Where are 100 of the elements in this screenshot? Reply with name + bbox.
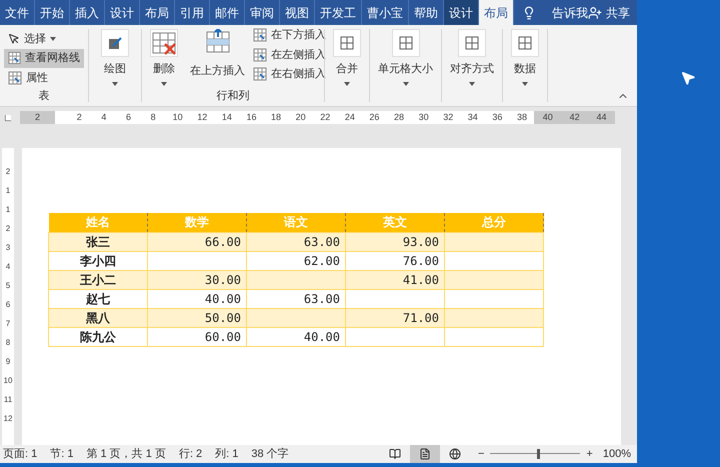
- ruler-number: 3: [6, 242, 10, 254]
- ruler-number: 32: [442, 110, 454, 124]
- ruler-number: 44: [596, 110, 607, 124]
- properties-button[interactable]: 属性: [4, 68, 84, 88]
- ruler-number: 24: [344, 110, 356, 124]
- ruler-number: 34: [466, 110, 479, 124]
- delete-button[interactable]: 删除: [146, 25, 182, 86]
- status-item: 第 1 页，共 1 页: [86, 446, 166, 462]
- ruler-number: 40: [542, 110, 553, 124]
- grid-icon: [8, 51, 21, 66]
- table-cell: 50.00: [148, 308, 246, 327]
- table-cell: 张三: [48, 232, 148, 251]
- lightbulb-icon: [522, 6, 536, 20]
- status-item: 节: 1: [50, 446, 74, 462]
- merge-button[interactable]: 合并: [329, 25, 365, 86]
- delete-table-icon: [151, 30, 177, 56]
- ruler-number: 8: [6, 337, 10, 349]
- column-header: 姓名: [48, 213, 148, 232]
- table-cell: 李小四: [48, 251, 148, 270]
- table-cell: 王小二: [48, 270, 148, 289]
- caret-icon: [402, 82, 408, 86]
- view-button[interactable]: [410, 445, 440, 463]
- gridlines-button[interactable]: 查看网格线: [4, 48, 84, 68]
- ruler-number: 5: [6, 280, 10, 292]
- table-cell: 66.00: [148, 232, 246, 251]
- pencil-icon: [107, 35, 123, 51]
- column-header: 语文: [246, 213, 346, 232]
- ruler-number: 7: [6, 318, 10, 330]
- ruler-number: 14: [220, 110, 233, 124]
- zoom-level: 100%: [602, 446, 631, 462]
- ruler-number: 28: [393, 110, 406, 124]
- table-cell: 60.00: [148, 327, 246, 346]
- table-cell: 赵七: [48, 289, 148, 308]
- zoom-thumb[interactable]: [537, 449, 540, 459]
- globe-icon: [448, 448, 461, 460]
- status-item: 列: 1: [215, 446, 238, 462]
- ruler-number: 6: [124, 110, 132, 124]
- table-cell: 40.00: [148, 289, 246, 308]
- ruler-number: 36: [491, 110, 504, 124]
- pointer-icon: [8, 32, 20, 45]
- zoom-slider[interactable]: [490, 449, 580, 459]
- caret-icon: [344, 82, 350, 86]
- table-cell: 40.00: [246, 327, 346, 346]
- column-header: 数学: [148, 213, 246, 232]
- insert-above-button[interactable]: 在上方插入: [186, 25, 249, 80]
- alignment-button[interactable]: 对齐方式: [446, 25, 498, 86]
- status-item: 页面: 1: [3, 446, 38, 462]
- status-item: 行: 2: [178, 446, 202, 462]
- zoom-out-button[interactable]: −: [478, 446, 484, 462]
- table-cell: 30.00: [148, 270, 246, 289]
- share-icon: [588, 6, 602, 20]
- select-button[interactable]: 选择: [4, 29, 84, 48]
- column-header: 总分: [444, 213, 544, 232]
- ruler-number: 2: [76, 110, 83, 124]
- share-button[interactable]: 共享: [606, 4, 630, 22]
- zoom-in-button[interactable]: +: [586, 446, 593, 462]
- table-cell: 黑八: [48, 308, 148, 327]
- cell-size-button[interactable]: 单元格大小: [374, 25, 437, 86]
- ruler-number: 1: [6, 185, 10, 197]
- ruler-number: 10: [172, 110, 184, 124]
- ruler-number: 42: [570, 110, 580, 124]
- table-cell: 93.00: [346, 232, 444, 251]
- table-cell: 41.00: [346, 270, 444, 289]
- table-cell: 63.00: [246, 289, 346, 308]
- ruler-number: 4: [100, 110, 108, 124]
- table-icon: [398, 36, 412, 50]
- caret-icon: [112, 82, 118, 86]
- table-cell: 陈九公: [48, 327, 148, 346]
- insert-cells-icon: [253, 28, 267, 42]
- table-icon: [465, 36, 479, 50]
- caret-icon: [522, 82, 528, 86]
- ruler-number: 20: [294, 110, 307, 124]
- table-icon: [340, 36, 354, 50]
- tell-me-button[interactable]: 告诉我: [552, 4, 588, 22]
- ruler-number: 2: [34, 110, 40, 124]
- ruler-number: 1: [6, 204, 10, 216]
- data-button[interactable]: 数据: [507, 25, 543, 86]
- insert-cells-icon: [253, 48, 267, 62]
- ribbon-tab[interactable]: 布局: [479, 0, 514, 25]
- book-icon: [388, 448, 401, 460]
- page-icon: [418, 448, 431, 460]
- tab-stop-icon[interactable]: [5, 114, 11, 120]
- caret-icon: [469, 82, 475, 86]
- ruler-number: 11: [4, 394, 12, 406]
- ruler-number: 4: [6, 261, 10, 273]
- mouse-pointer-icon: [680, 70, 696, 86]
- ruler-number: 22: [319, 110, 332, 124]
- ruler-number: 2: [6, 166, 10, 178]
- insert-row-icon: [204, 29, 230, 55]
- ruler-number: 26: [368, 110, 380, 124]
- group-label: 表: [38, 88, 50, 104]
- group-label: 行和列: [216, 88, 250, 104]
- column-header: 英文: [346, 213, 444, 232]
- caret-icon: [50, 36, 56, 41]
- draw-button[interactable]: 绘图: [97, 25, 133, 86]
- ribbon-tab[interactable]: 设计: [444, 0, 479, 25]
- ruler-number: 38: [516, 110, 528, 124]
- table-icon: [518, 36, 532, 50]
- insert-cells-icon: [253, 67, 267, 82]
- ruler-number: 12: [196, 110, 208, 124]
